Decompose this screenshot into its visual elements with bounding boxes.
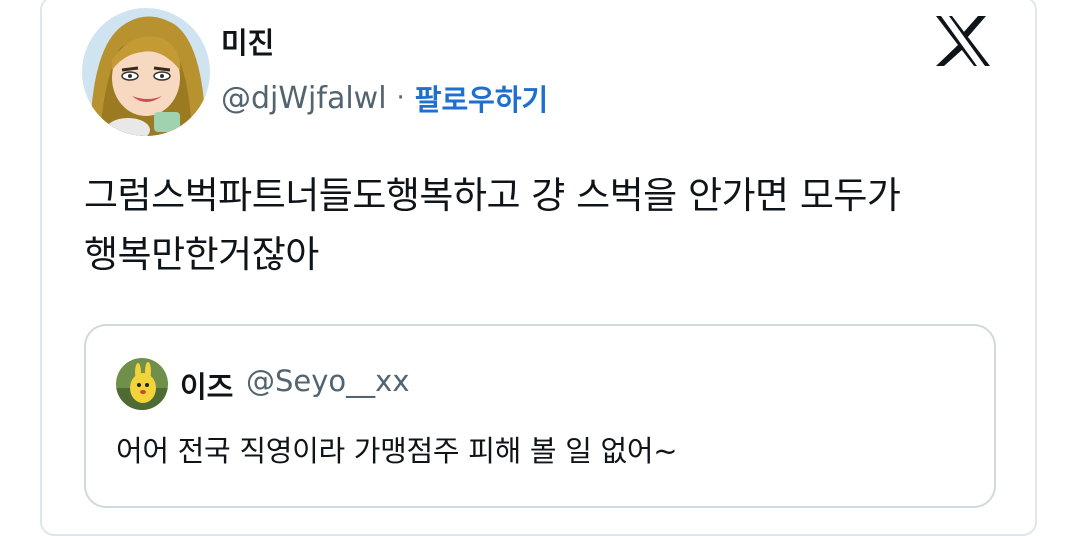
quoted-tweet-text: 어어 전국 직영이라 가맹점주 피해 볼 일 없어~ <box>116 434 678 468</box>
separator-dot: · <box>396 83 405 113</box>
author-handle[interactable]: @djWjfalwl <box>221 81 387 116</box>
handle-row: @djWjfalwl · 팔로우하기 <box>221 78 548 118</box>
tweet-text: 그럼스벅파트너들도행복하고 걍 스벅을 안가면 모두가 행복만한거잖아 <box>84 174 901 276</box>
quoted-tweet[interactable] <box>84 324 996 508</box>
quoted-author-avatar[interactable] <box>116 358 168 410</box>
quoted-author-name[interactable]: 이즈 <box>180 364 233 406</box>
quoted-author-handle[interactable]: @Seyo__xx <box>246 364 409 398</box>
author-display-name[interactable]: 미진 <box>221 20 274 62</box>
follow-button[interactable]: 팔로우하기 <box>415 77 548 119</box>
author-avatar[interactable] <box>82 8 210 136</box>
x-logo-icon[interactable] <box>934 14 992 68</box>
